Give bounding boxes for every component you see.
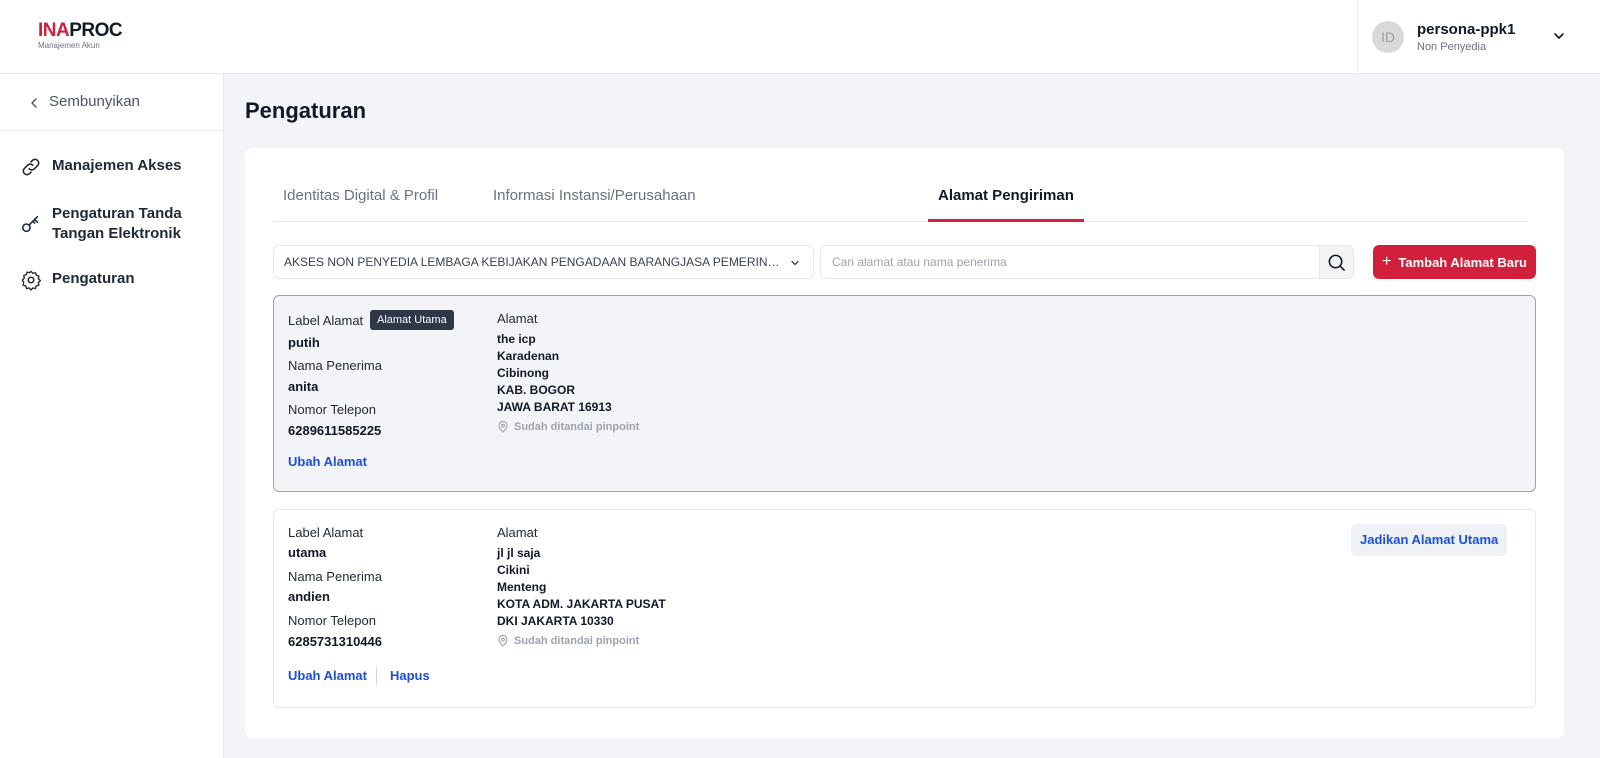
address-line: DKI JAKARTA 10330 <box>497 614 614 628</box>
search-button[interactable] <box>1319 246 1353 278</box>
logo-subtitle: Manajemen Akun <box>38 41 100 50</box>
pinpoint-label: Sudah ditandai pinpoint <box>514 421 640 433</box>
sidebar-item-label: Pengaturan <box>52 270 135 287</box>
recipient-value: anita <box>288 379 319 394</box>
label-title: Label Alamat <box>288 313 364 328</box>
page-title: Pengaturan <box>245 98 367 123</box>
location-pin-icon <box>498 421 508 433</box>
edit-address-button[interactable]: Ubah Alamat <box>288 454 367 469</box>
address-line: Cibinong <box>497 366 549 380</box>
address-label-value: putih <box>288 335 320 350</box>
address-title: Alamat <box>497 311 538 326</box>
phone-title: Nomor Telepon <box>288 402 376 417</box>
address-lines: jl jl saja Cikini Menteng KOTA ADM. JAKA… <box>497 545 666 630</box>
address-line: jl jl saja <box>497 546 541 560</box>
sidebar: Sembunyikan Manajemen Akses Pengaturan T… <box>0 74 224 758</box>
link-divider <box>376 667 377 685</box>
address-line: JAWA BARAT 16913 <box>497 400 612 414</box>
add-address-button[interactable]: + Tambah Alamat Baru <box>1373 245 1536 279</box>
plus-icon: + <box>1382 253 1392 270</box>
tab-informasi-instansi[interactable]: Informasi Instansi/Perusahaan <box>493 178 696 222</box>
pinpoint-status: Sudah ditandai pinpoint <box>497 421 639 433</box>
sidebar-item-tanda-tangan[interactable]: Pengaturan Tanda Tangan Elektronik <box>20 204 182 244</box>
avatar: ID <box>1372 21 1404 53</box>
tab-alamat-pengiriman[interactable]: Alamat Pengiriman <box>928 178 1084 222</box>
user-role: Non Penyedia <box>1417 41 1487 53</box>
access-filter-value: AKSES NON PENYEDIA LEMBAGA KEBIJAKAN PEN… <box>284 255 780 269</box>
chevron-down-icon[interactable] <box>1551 28 1567 44</box>
sidebar-item-label: Manajemen Akses <box>52 157 182 174</box>
address-search <box>820 245 1354 279</box>
address-card-primary: Label Alamat Alamat Utama putih Nama Pen… <box>273 295 1536 492</box>
address-label-value: utama <box>288 545 327 560</box>
access-filter-dropdown[interactable]: AKSES NON PENYEDIA LEMBAGA KEBIJAKAN PEN… <box>273 245 814 279</box>
link-icon <box>22 158 40 176</box>
top-header: INAPROC Manajemen Akun ID persona-ppk1 N… <box>0 0 1600 74</box>
address-line: Cikini <box>497 563 530 577</box>
address-line: KOTA ADM. JAKARTA PUSAT <box>497 597 666 611</box>
hide-sidebar-button[interactable]: Sembunyikan <box>0 93 223 131</box>
recipient-title: Nama Penerima <box>288 569 382 584</box>
pinpoint-status: Sudah ditandai pinpoint <box>497 635 639 647</box>
user-name: persona-ppk1 <box>1417 21 1516 38</box>
tab-bar: Identitas Digital & Profil Informasi Ins… <box>273 178 1528 222</box>
chevron-left-icon <box>31 98 37 108</box>
primary-address-badge: Alamat Utama <box>370 310 454 330</box>
add-address-label: Tambah Alamat Baru <box>1398 254 1527 270</box>
address-line: the icp <box>497 332 536 346</box>
address-line: Menteng <box>497 580 547 594</box>
gear-icon <box>21 270 42 291</box>
phone-value: 6289611585225 <box>288 423 382 438</box>
phone-value: 6285731310446 <box>288 634 382 649</box>
address-lines: the icp Karadenan Cibinong KAB. BOGOR JA… <box>497 331 612 416</box>
address-line: KAB. BOGOR <box>497 383 575 397</box>
sidebar-item-label: Tangan Elektronik <box>52 225 181 242</box>
chevron-down-icon <box>791 260 799 266</box>
inaproc-logo[interactable]: INAPROC Manajemen Akun <box>38 20 123 51</box>
search-icon <box>1328 254 1345 271</box>
sidebar-item-pengaturan[interactable]: Pengaturan <box>20 269 135 291</box>
location-pin-icon <box>498 635 508 647</box>
recipient-title: Nama Penerima <box>288 358 382 373</box>
delete-address-button[interactable]: Hapus <box>390 668 430 683</box>
recipient-value: andien <box>288 589 330 604</box>
logo-proc: PROC <box>69 20 123 41</box>
address-line: Karadenan <box>497 349 560 363</box>
logo-ina: INA <box>38 20 70 41</box>
address-title: Alamat <box>497 525 538 540</box>
tab-identitas-digital[interactable]: Identitas Digital & Profil <box>283 178 438 222</box>
address-card: Label Alamat utama Nama Penerima andien … <box>273 509 1536 708</box>
hide-sidebar-label: Sembunyikan <box>49 93 140 110</box>
edit-address-button[interactable]: Ubah Alamat <box>288 668 367 683</box>
pinpoint-label: Sudah ditandai pinpoint <box>514 635 640 647</box>
sidebar-item-manajemen-akses[interactable]: Manajemen Akses <box>20 156 182 178</box>
user-menu[interactable]: ID persona-ppk1 Non Penyedia <box>1357 0 1600 74</box>
search-input[interactable] <box>821 246 1321 278</box>
make-primary-button[interactable]: Jadikan Alamat Utama <box>1351 524 1508 556</box>
settings-card: Identitas Digital & Profil Informasi Ins… <box>245 148 1564 738</box>
phone-title: Nomor Telepon <box>288 613 376 628</box>
label-title: Label Alamat <box>288 525 364 540</box>
key-icon <box>21 215 39 233</box>
sidebar-item-label: Pengaturan Tanda <box>52 205 182 222</box>
